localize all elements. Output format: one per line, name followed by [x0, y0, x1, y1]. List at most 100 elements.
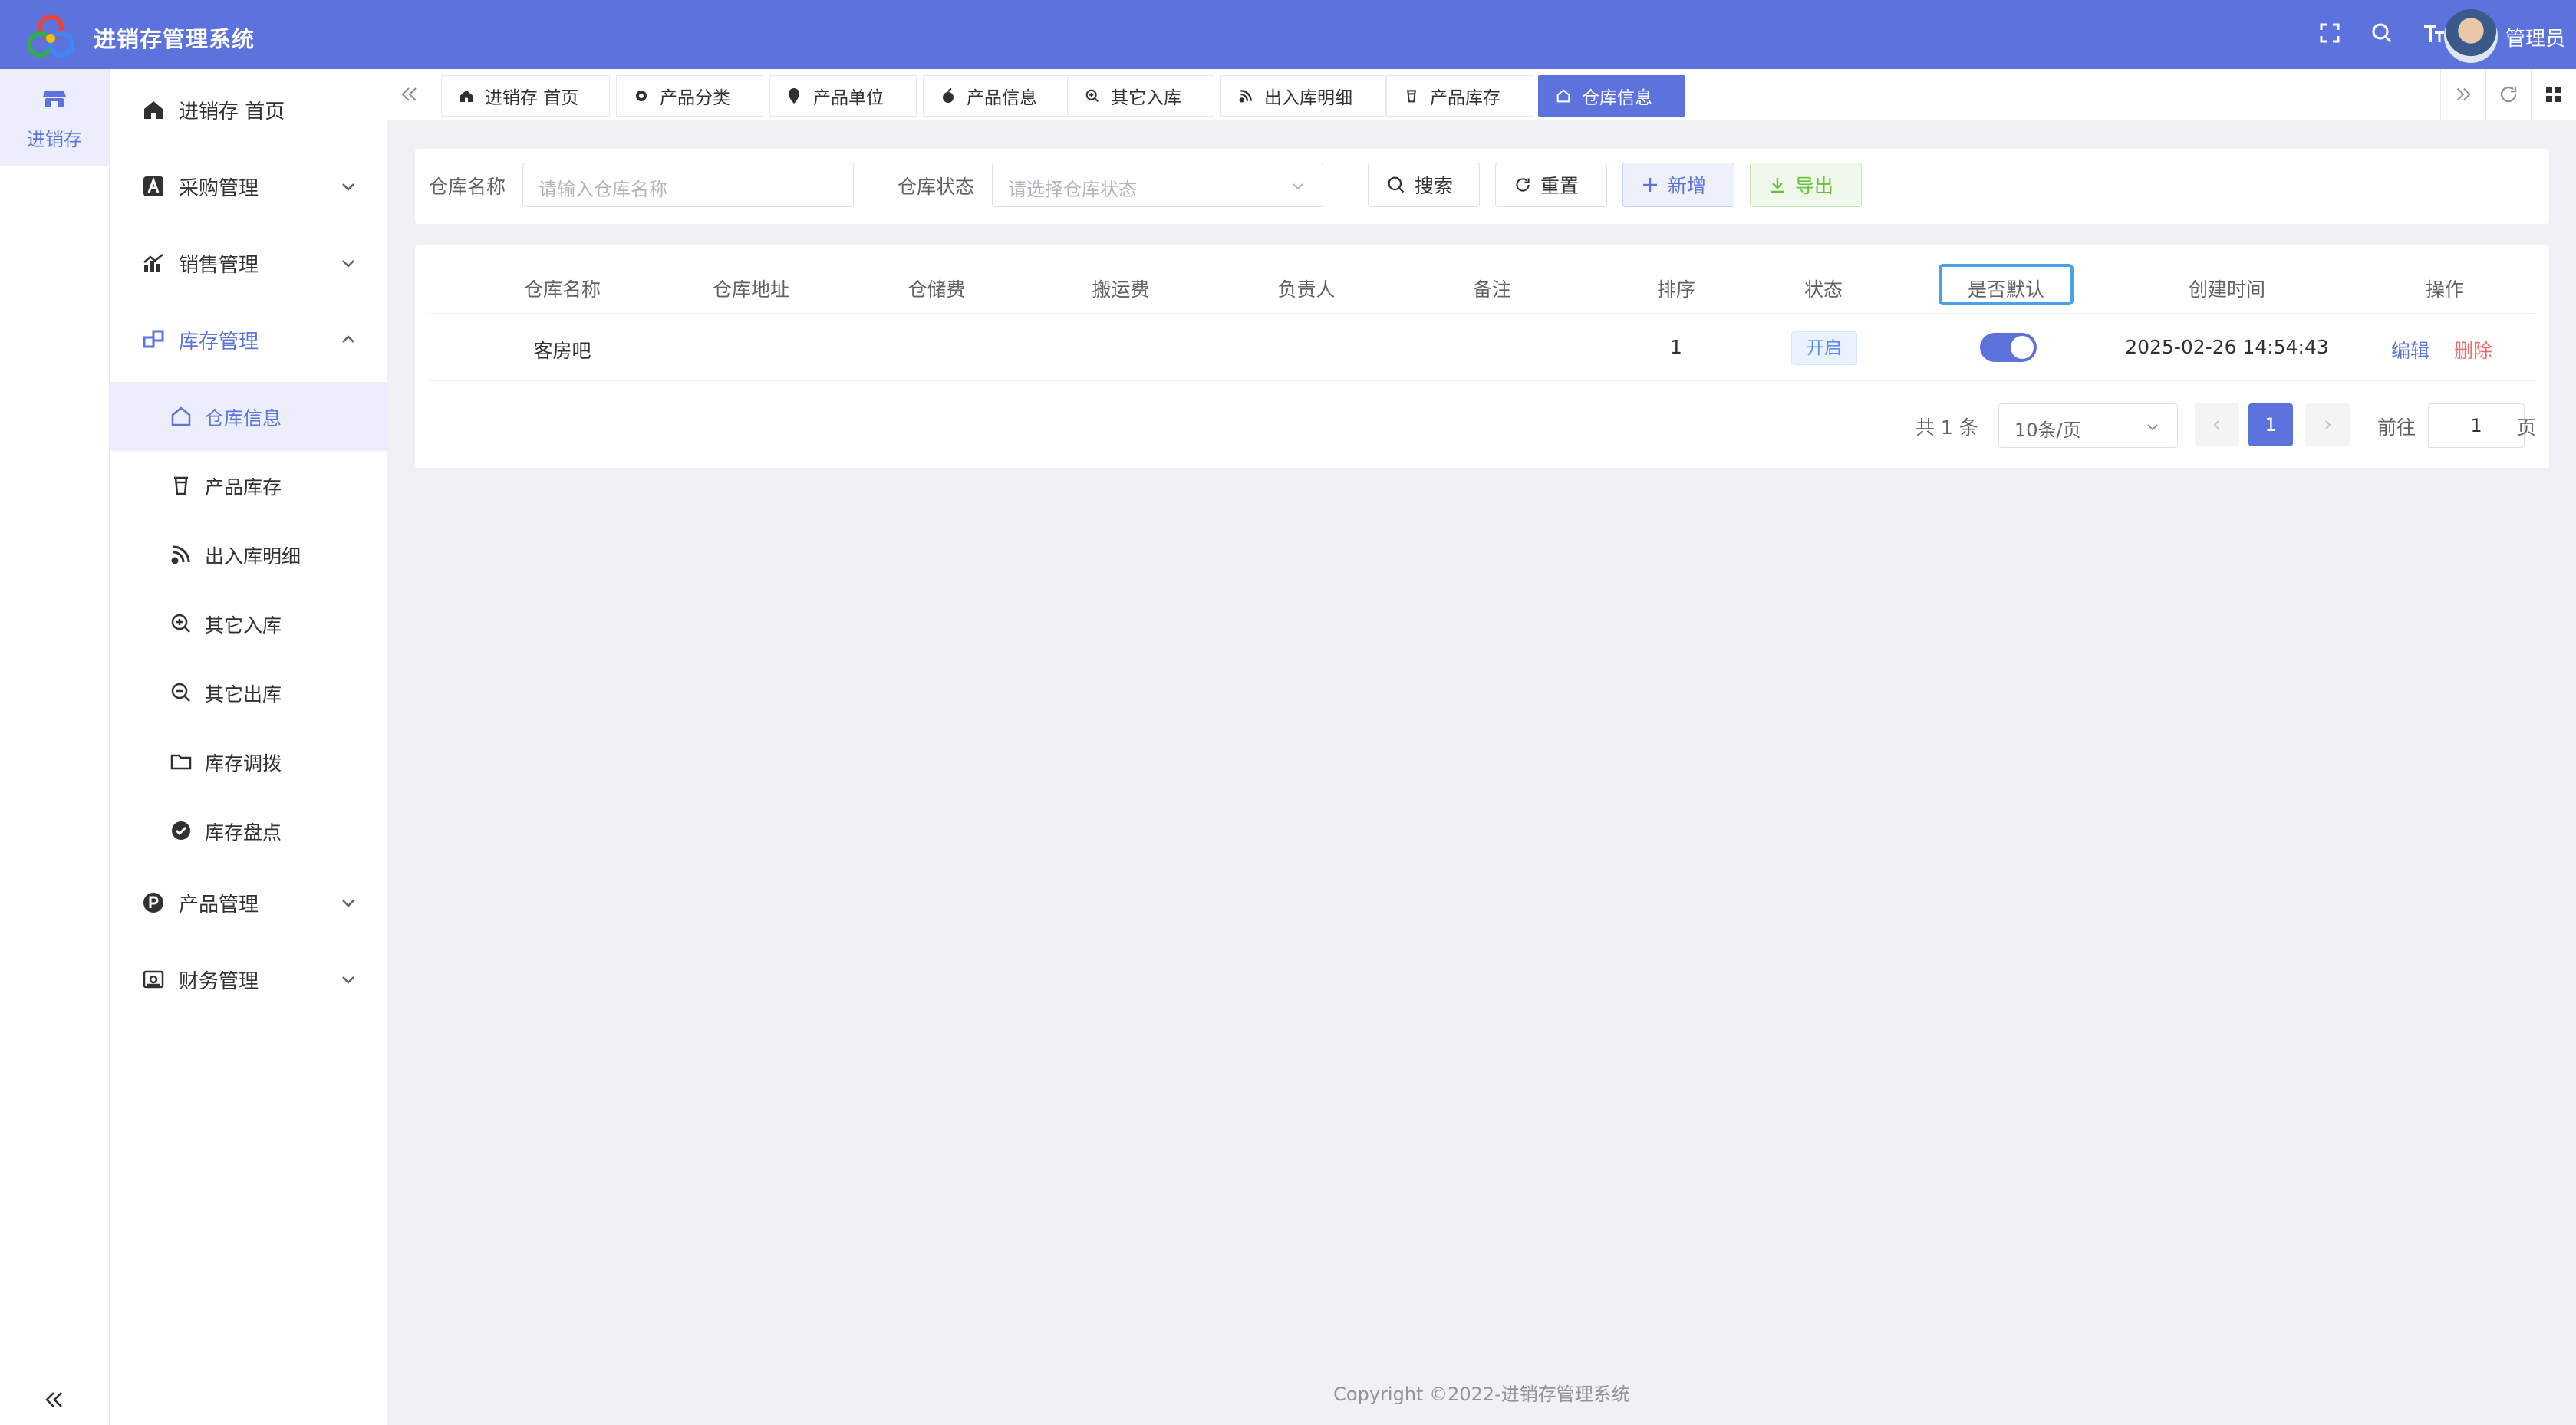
- chevron-down-icon: [342, 900, 354, 907]
- reset-button[interactable]: 重置: [1495, 163, 1607, 207]
- sidebar-item-finance[interactable]: 财务管理: [110, 945, 387, 1014]
- user-name[interactable]: 管理员: [2505, 23, 2565, 51]
- apple-icon: [940, 87, 957, 104]
- warehouse-status-placeholder: 请选择仓库状态: [1008, 179, 1137, 200]
- tab-product-stock[interactable]: 产品库存: [1386, 75, 1533, 117]
- finance-icon: [143, 970, 164, 989]
- store-icon: [43, 91, 66, 107]
- column-header: 仓库地址: [712, 278, 789, 301]
- app-logo-icon: [27, 15, 74, 58]
- download-icon: [1769, 176, 1786, 193]
- sidebar-subitem-inout[interactable]: 出入库明细: [110, 520, 387, 589]
- edit-link[interactable]: 编辑: [2391, 336, 2429, 364]
- collapse-icon[interactable]: [44, 1390, 64, 1410]
- tabs-scroll-left-icon[interactable]: [398, 83, 421, 106]
- cup-icon: [174, 476, 188, 495]
- tab-product-category[interactable]: 产品分类: [616, 75, 763, 117]
- chevron-left-icon: [2213, 420, 2219, 429]
- page-size-select[interactable]: 10条/页: [1998, 403, 2178, 448]
- location-icon: [787, 87, 804, 104]
- font-size-icon[interactable]: [2421, 20, 2447, 46]
- rail-item-jxc[interactable]: 进销存: [0, 69, 109, 166]
- column-header: 状态: [1804, 278, 1843, 301]
- chevron-down-icon: [342, 260, 354, 268]
- refresh-icon: [1514, 176, 1531, 193]
- sidebar-item-inventory[interactable]: 库存管理: [110, 305, 387, 374]
- tab-warehouse-info[interactable]: 仓库信息: [1538, 75, 1685, 117]
- sidebar-item-home[interactable]: 进销存 首页: [110, 75, 387, 144]
- sidebar-item-product[interactable]: 产品管理: [110, 868, 387, 937]
- warehouse-status-select[interactable]: 请选择仓库状态: [992, 163, 1323, 207]
- column-header: 备注: [1472, 278, 1511, 301]
- folder-icon: [170, 754, 192, 770]
- warehouse-name-input[interactable]: 请输入仓库名称: [522, 163, 854, 207]
- column-header[interactable]: 是否默认: [1949, 275, 2063, 302]
- pager-total: 共 1 条: [1916, 416, 1978, 439]
- column-header: 仓库名称: [523, 278, 601, 301]
- user-avatar[interactable]: [2444, 9, 2498, 63]
- tab-product-unit[interactable]: 产品单位: [769, 75, 917, 117]
- prev-page-button[interactable]: [2195, 403, 2239, 446]
- delete-link[interactable]: 删除: [2454, 336, 2492, 364]
- tab-product-info[interactable]: 产品信息: [923, 75, 1070, 117]
- copyright-footer: Copyright ©2022-进销存管理系统: [1333, 1384, 1630, 1405]
- tabs-scroll-right-icon[interactable]: [2440, 69, 2485, 120]
- rail-label: 进销存: [27, 129, 82, 150]
- sidebar-item-label: 产品管理: [179, 894, 259, 917]
- zoom-out-icon: [171, 683, 190, 702]
- inventory-icon: [143, 330, 164, 348]
- grid-menu-icon[interactable]: [2531, 69, 2576, 120]
- refresh-icon[interactable]: [2485, 69, 2531, 120]
- column-header: 搬运费: [1092, 278, 1150, 301]
- export-button[interactable]: 导出: [1750, 163, 1862, 207]
- default-toggle[interactable]: [1980, 333, 2037, 362]
- warehouse-name-placeholder: 请输入仓库名称: [539, 179, 667, 200]
- page-number-current[interactable]: 1: [2248, 403, 2293, 446]
- sidebar-subitem-label: 其它入库: [205, 614, 282, 637]
- search-icon: [1387, 176, 1405, 194]
- rss-icon: [171, 545, 190, 564]
- column-header: 创建时间: [2188, 278, 2265, 301]
- warehouse-table: 仓库名称 仓库地址 仓储费 搬运费 负责人 备注 排序 状态 是否默认 创建时间…: [415, 245, 2549, 468]
- divider: [429, 313, 2535, 314]
- sidebar-item-sales[interactable]: 销售管理: [110, 229, 387, 298]
- chevron-down-icon: [1293, 183, 1303, 190]
- tab-other-in[interactable]: 其它入库: [1067, 75, 1214, 117]
- tab-label: 进销存 首页: [485, 88, 579, 108]
- warehouse-status-label: 仓库状态: [898, 176, 975, 198]
- sidebar-subitem-label: 仓库信息: [205, 407, 282, 429]
- goto-label: 前往: [2377, 416, 2416, 439]
- column-header: 仓储费: [908, 278, 966, 301]
- sidebar-subitem-label: 产品库存: [205, 476, 282, 499]
- warehouse-name-label: 仓库名称: [429, 176, 506, 198]
- tab-home[interactable]: 进销存 首页: [441, 75, 610, 117]
- sidebar-subitem-transfer[interactable]: 库存调拨: [110, 727, 387, 796]
- sidebar-item-label: 采购管理: [179, 177, 259, 200]
- search-icon[interactable]: [2369, 20, 2395, 46]
- sidebar-subitem-other-in[interactable]: 其它入库: [110, 589, 387, 658]
- column-header: 排序: [1656, 278, 1695, 301]
- fullscreen-icon[interactable]: [2317, 20, 2343, 46]
- chevron-down-icon: [2147, 424, 2158, 431]
- sidebar-item-purchase[interactable]: 采购管理: [110, 152, 387, 221]
- next-page-button[interactable]: [2305, 403, 2350, 446]
- sidebar-subitem-warehouse[interactable]: 仓库信息: [110, 382, 387, 451]
- page-size-value: 10条/页: [2014, 420, 2081, 441]
- cell-name: 客房吧: [533, 340, 591, 362]
- rss-icon: [1238, 87, 1255, 104]
- home-icon: [144, 101, 163, 119]
- gear-icon: [634, 87, 651, 104]
- search-button[interactable]: 搜索: [1368, 163, 1480, 207]
- sidebar-subitem-stocktake[interactable]: 库存盘点: [110, 796, 387, 865]
- module-rail: 进销存: [0, 69, 110, 1425]
- goto-page-input[interactable]: 1: [2428, 403, 2525, 448]
- tab-label: 产品分类: [660, 88, 730, 108]
- chevron-down-icon: [342, 976, 354, 984]
- cell-created-time: 2025-02-26 14:54:43: [2125, 336, 2329, 358]
- tab-label: 仓库信息: [1582, 88, 1652, 108]
- tab-inout-detail[interactable]: 出入库明细: [1220, 75, 1386, 117]
- sidebar-subitem-stock[interactable]: 产品库存: [110, 451, 387, 520]
- add-button[interactable]: 新增: [1622, 163, 1734, 207]
- sidebar-subitem-label: 库存盘点: [205, 821, 282, 844]
- sidebar-subitem-other-out[interactable]: 其它出库: [110, 658, 387, 727]
